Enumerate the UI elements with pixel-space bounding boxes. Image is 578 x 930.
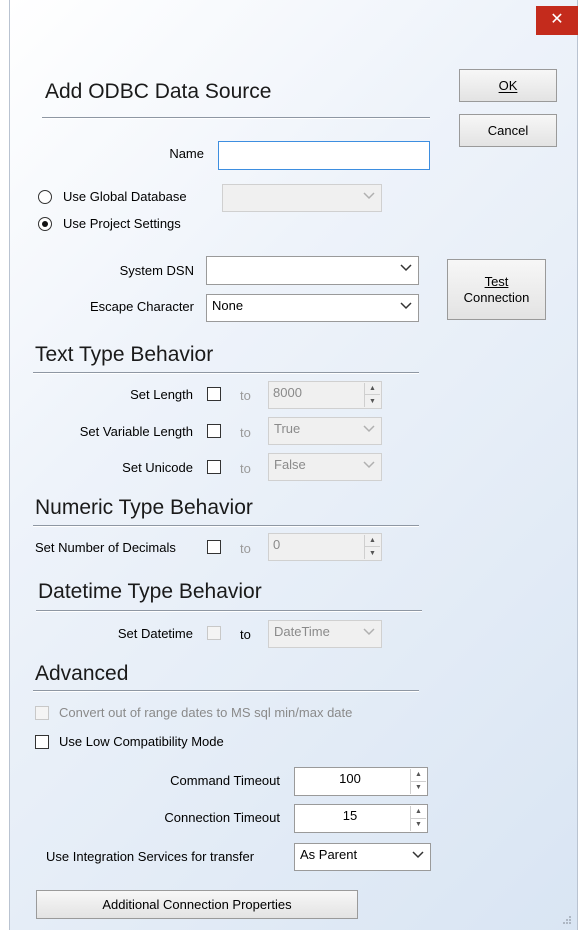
integration-services-label: Use Integration Services for transfer <box>46 849 255 864</box>
cancel-button-label: Cancel <box>487 123 529 138</box>
spin-down-icon[interactable]: ▼ <box>411 782 426 795</box>
chevron-down-icon <box>363 425 375 433</box>
chevron-down-icon <box>363 192 375 200</box>
use-project-settings-radio[interactable] <box>38 217 52 231</box>
set-decimals-to-label: to <box>240 541 251 556</box>
convert-dates-label: Convert out of range dates to MS sql min… <box>59 705 353 720</box>
text-type-section-title: Text Type Behavior <box>35 343 214 366</box>
name-label: Name <box>169 146 204 161</box>
connection-timeout-label: Connection Timeout <box>164 810 280 825</box>
additional-connection-properties-button[interactable]: Additional Connection Properties <box>36 890 358 919</box>
command-timeout-label: Command Timeout <box>170 773 280 788</box>
escape-character-label: Escape Character <box>89 299 194 314</box>
name-input[interactable] <box>218 141 430 170</box>
set-datetime-label: Set Datetime <box>117 626 193 641</box>
cancel-button[interactable]: Cancel <box>459 114 557 147</box>
system-dsn-label: System DSN <box>119 263 194 278</box>
set-length-label: Set Length <box>130 387 193 402</box>
escape-character-select[interactable]: None <box>206 294 419 322</box>
set-length-spinner: 8000 ▲ ▼ <box>268 381 382 409</box>
set-length-spin-buttons: ▲ ▼ <box>364 383 380 407</box>
connection-timeout-spin-buttons[interactable]: ▲ ▼ <box>410 806 426 831</box>
test-connection-label-2: Connection <box>463 290 530 305</box>
additional-connection-properties-label: Additional Connection Properties <box>102 897 292 912</box>
low-compatibility-label: Use Low Compatibility Mode <box>59 734 224 749</box>
system-dsn-select[interactable] <box>206 256 419 285</box>
chevron-down-icon <box>412 851 424 859</box>
spin-down-icon[interactable]: ▼ <box>411 819 426 832</box>
chevron-down-icon <box>363 628 375 636</box>
use-project-settings-label: Use Project Settings <box>63 216 181 231</box>
command-timeout-spin-buttons[interactable]: ▲ ▼ <box>410 769 426 794</box>
integration-services-value: As Parent <box>300 847 358 862</box>
use-global-database-label: Use Global Database <box>63 189 187 204</box>
set-datetime-checkbox <box>207 626 221 640</box>
set-variable-length-value: True <box>274 421 301 436</box>
advanced-section-title: Advanced <box>35 662 129 685</box>
set-unicode-value: False <box>274 457 306 472</box>
chevron-down-icon <box>363 461 375 469</box>
spin-down-icon: ▼ <box>369 397 376 405</box>
set-unicode-to-label: to <box>240 461 251 476</box>
spin-up-icon[interactable]: ▲ <box>411 806 426 819</box>
set-decimals-label: Set Number of Decimals <box>35 540 176 555</box>
integration-services-select[interactable]: As Parent <box>294 843 431 871</box>
datetime-type-section-title: Datetime Type Behavior <box>38 580 262 603</box>
set-length-checkbox[interactable] <box>207 387 221 401</box>
connection-timeout-spinner[interactable]: 15 ▲ ▼ <box>294 804 428 833</box>
test-connection-label-1: Test <box>484 274 509 289</box>
command-timeout-value: 100 <box>339 771 361 786</box>
close-icon: ✕ <box>550 11 564 28</box>
set-variable-length-select: True <box>268 417 382 445</box>
ok-button[interactable]: OK <box>459 69 557 102</box>
spin-up-icon: ▲ <box>365 383 380 395</box>
numeric-type-divider <box>33 525 419 527</box>
connection-timeout-value: 15 <box>342 808 358 823</box>
set-variable-length-to-label: to <box>240 425 251 440</box>
advanced-divider <box>33 690 419 692</box>
set-datetime-select: DateTime <box>268 620 382 648</box>
set-datetime-to-label: to <box>240 627 251 642</box>
spin-up-icon[interactable]: ▲ <box>411 769 426 782</box>
resize-grip-icon[interactable] <box>562 915 572 925</box>
set-unicode-checkbox[interactable] <box>207 460 221 474</box>
dialog-title: Add ODBC Data Source <box>45 80 272 103</box>
set-length-to-label: to <box>240 388 251 403</box>
close-button[interactable]: ✕ <box>536 6 578 35</box>
text-type-divider <box>33 372 419 374</box>
low-compatibility-checkbox[interactable] <box>35 735 49 749</box>
chevron-down-icon <box>400 302 412 310</box>
set-length-value: 8000 <box>273 385 302 400</box>
set-variable-length-label: Set Variable Length <box>79 424 193 439</box>
convert-dates-checkbox <box>35 706 49 720</box>
set-decimals-checkbox[interactable] <box>207 540 221 554</box>
command-timeout-spinner[interactable]: 100 ▲ ▼ <box>294 767 428 796</box>
numeric-type-section-title: Numeric Type Behavior <box>35 496 253 519</box>
escape-character-value: None <box>212 298 244 313</box>
title-divider <box>42 117 430 119</box>
set-decimals-spinner: 0 ▲ ▼ <box>268 533 382 561</box>
set-decimals-spin-buttons: ▲ ▼ <box>364 535 380 559</box>
chevron-down-icon <box>400 264 412 272</box>
set-unicode-label: Set Unicode <box>122 460 193 475</box>
spin-up-icon: ▲ <box>365 535 380 547</box>
set-unicode-select: False <box>268 453 382 481</box>
global-database-select <box>222 184 382 212</box>
use-global-database-radio[interactable] <box>38 190 52 204</box>
ok-button-label: OK <box>498 78 518 93</box>
set-variable-length-checkbox[interactable] <box>207 424 221 438</box>
set-decimals-value: 0 <box>273 537 281 552</box>
spin-down-icon: ▼ <box>369 549 376 557</box>
test-connection-button[interactable]: Test Connection <box>447 259 546 320</box>
datetime-type-divider <box>36 610 422 612</box>
set-datetime-value: DateTime <box>274 624 330 639</box>
